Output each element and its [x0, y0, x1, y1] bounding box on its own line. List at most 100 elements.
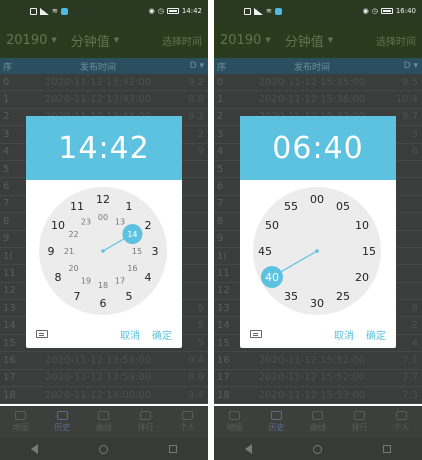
- clock-number[interactable]: 10: [51, 219, 65, 232]
- back-icon[interactable]: [244, 444, 252, 454]
- row-time: 2020-11-12 14:00:00: [44, 389, 152, 401]
- row-index: 7: [217, 198, 224, 210]
- back-icon[interactable]: [30, 444, 38, 454]
- clock-number[interactable]: 55: [284, 200, 298, 213]
- table-row[interactable]: 1 2020-11-12 15:36:00 10.4: [214, 91, 422, 109]
- tab-ranking[interactable]: 排行: [339, 406, 381, 438]
- home-icon[interactable]: [312, 444, 322, 454]
- clock-number[interactable]: 50: [265, 219, 279, 232]
- row-index: 2: [3, 111, 10, 123]
- cancel-button[interactable]: 取消: [120, 327, 140, 342]
- table-row[interactable]: 17 2020-11-12 13:59:00 8.9: [0, 369, 208, 388]
- clock-number[interactable]: 5: [126, 290, 133, 303]
- row-time: 2020-11-12 13:58:00: [44, 354, 152, 366]
- clock-number[interactable]: 12: [96, 193, 110, 206]
- ranking-icon: [354, 411, 366, 420]
- clock-number[interactable]: 20: [68, 264, 78, 273]
- pick-time-button[interactable]: 选择时间: [162, 33, 202, 48]
- clock-number[interactable]: 22: [68, 230, 78, 239]
- recents-icon[interactable]: [169, 445, 178, 453]
- clock-number[interactable]: 11: [70, 200, 84, 213]
- recents-icon[interactable]: [383, 445, 392, 453]
- year-selector[interactable]: 20190 ▼: [6, 33, 57, 48]
- row-index: 4: [217, 146, 224, 158]
- tab-chart[interactable]: 曲线: [297, 406, 339, 438]
- clock-number[interactable]: 19: [81, 276, 91, 285]
- clock-number[interactable]: 18: [98, 281, 108, 290]
- clock-number[interactable]: 3: [152, 245, 159, 258]
- year-value: 20190: [6, 32, 48, 48]
- pick-time-button[interactable]: 选择时间: [376, 33, 416, 48]
- clock-number[interactable]: 25: [336, 290, 350, 303]
- clock-number[interactable]: 2: [145, 219, 152, 232]
- clock-number[interactable]: 30: [310, 297, 324, 310]
- person-icon: [395, 411, 407, 420]
- clock-number[interactable]: 1: [126, 200, 133, 213]
- status-time: 14:42: [181, 7, 202, 15]
- clock-number[interactable]: 20: [355, 271, 369, 284]
- clock-icon: ◷: [157, 7, 164, 15]
- clock-number[interactable]: 6: [100, 297, 107, 310]
- table-row[interactable]: 0 2020-11-12 15:35:00 9.5: [214, 74, 422, 92]
- tab-label: 历史: [268, 423, 285, 432]
- clock-number[interactable]: 7: [74, 290, 81, 303]
- col-header-index: 序: [3, 62, 13, 73]
- clock-number[interactable]: 17: [115, 276, 125, 285]
- row-index: 3: [3, 128, 10, 140]
- home-icon[interactable]: [98, 444, 108, 454]
- wifi-icon: ≋: [266, 7, 272, 15]
- unit-value: 分钟值: [70, 34, 110, 50]
- clock-number[interactable]: 40: [265, 271, 279, 284]
- table-row[interactable]: 0 2020-11-12 13:42:00 9.2: [0, 74, 208, 92]
- clock-number[interactable]: 4: [145, 271, 152, 284]
- clock-number[interactable]: 15: [132, 247, 142, 256]
- table-row[interactable]: 18 2020-11-12 15:53:00 7.3: [214, 387, 422, 405]
- clock-number[interactable]: 10: [355, 219, 369, 232]
- tab-history[interactable]: 历史: [256, 406, 298, 438]
- clock-number[interactable]: 00: [310, 193, 324, 206]
- tab-map[interactable]: 地图: [214, 406, 256, 438]
- confirm-button[interactable]: 确定: [152, 327, 172, 342]
- tab-map[interactable]: 地图: [0, 406, 42, 438]
- selected-time[interactable]: 14:42: [26, 116, 182, 180]
- clock-number[interactable]: 13: [115, 217, 125, 226]
- hour-clock-face[interactable]: 121234567891011001314151617181920212223: [36, 184, 170, 318]
- minute-clock-face[interactable]: 00 05 10 15 20 25 30 35 40 45 50 55: [250, 184, 384, 318]
- clock-number[interactable]: 15: [362, 245, 376, 258]
- table-row[interactable]: 18 2020-11-12 14:00:00 9.4: [0, 387, 208, 405]
- col-header-value[interactable]: D ▾: [388, 61, 422, 71]
- tab-ranking[interactable]: 排行: [125, 406, 167, 438]
- tab-person[interactable]: 个人: [166, 406, 208, 438]
- unit-selector[interactable]: 分钟值 ▼: [71, 31, 119, 50]
- clock-number[interactable]: 35: [284, 290, 298, 303]
- clock-number[interactable]: 14: [127, 230, 137, 239]
- confirm-button[interactable]: 确定: [366, 327, 386, 342]
- eye-icon: ◉: [362, 7, 369, 15]
- table-row[interactable]: 16 2020-11-12 13:58:00 9.4: [0, 352, 208, 370]
- clock-number[interactable]: 8: [54, 271, 61, 284]
- year-selector[interactable]: 20190 ▼: [220, 33, 271, 48]
- table-row[interactable]: 16 2020-11-12 15:51:00 7.1: [214, 352, 422, 370]
- table-row[interactable]: 17 2020-11-12 15:52:00 7.7: [214, 369, 422, 388]
- keyboard-icon[interactable]: [250, 330, 262, 338]
- selected-time[interactable]: 06:40: [240, 116, 396, 180]
- clock-number[interactable]: 16: [127, 264, 137, 273]
- eye-icon: ◉: [148, 7, 155, 15]
- col-header-value[interactable]: D ▾: [174, 61, 208, 71]
- row-index: 7: [3, 198, 10, 210]
- row-time: 2020-11-12 13:43:00: [44, 94, 152, 106]
- tab-person[interactable]: 个人: [380, 406, 422, 438]
- clock-number[interactable]: 00: [98, 213, 108, 222]
- tab-chart[interactable]: 曲线: [83, 406, 125, 438]
- tab-history[interactable]: 历史: [42, 406, 84, 438]
- row-index: 16: [3, 354, 16, 366]
- clock-number[interactable]: 9: [48, 245, 55, 258]
- clock-number[interactable]: 45: [258, 245, 272, 258]
- keyboard-icon[interactable]: [36, 330, 48, 338]
- cancel-button[interactable]: 取消: [334, 327, 354, 342]
- clock-number[interactable]: 23: [81, 217, 91, 226]
- table-row[interactable]: 1 2020-11-12 13:43:00 8.8: [0, 91, 208, 109]
- unit-selector[interactable]: 分钟值 ▼: [285, 31, 333, 50]
- clock-number[interactable]: 21: [64, 247, 74, 256]
- clock-number[interactable]: 05: [336, 200, 350, 213]
